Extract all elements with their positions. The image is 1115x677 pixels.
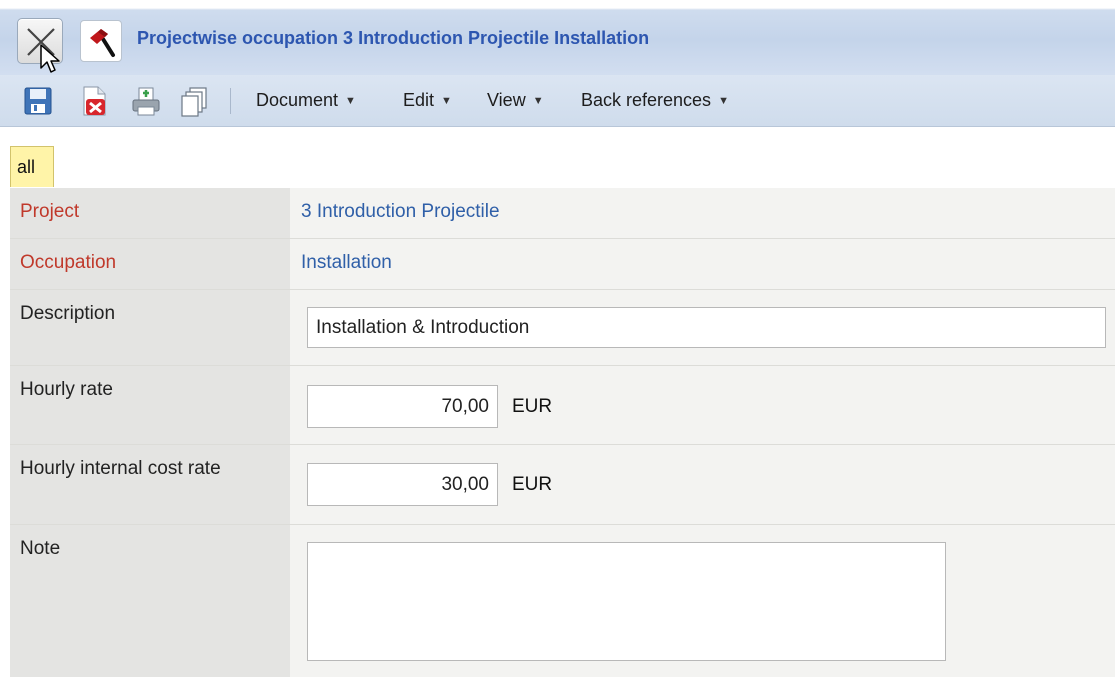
menu-back-references[interactable]: Back references ▼ <box>581 90 729 111</box>
form-row-hourly-internal-cost-rate: Hourly internal cost rate EUR <box>10 445 1115 525</box>
note-textarea[interactable] <box>307 542 946 661</box>
project-link[interactable]: 3 Introduction Projectile <box>301 201 500 223</box>
hourly-internal-cost-rate-unit: EUR <box>512 474 553 495</box>
hourly-rate-input[interactable] <box>307 385 498 428</box>
project-label: Project <box>10 188 290 238</box>
window-title: Projectwise occupation 3 Introduction Pr… <box>137 28 650 48</box>
form-row-description: Description <box>10 290 1115 366</box>
toolbar: Document ▼ Edit ▼ View ▼ Back references ▼ <box>0 75 1115 127</box>
save-icon[interactable] <box>22 85 54 117</box>
hourly-rate-unit: EUR <box>512 396 553 417</box>
description-input[interactable] <box>307 307 1106 348</box>
menu-view[interactable]: View ▼ <box>487 90 544 111</box>
window-titlebar: Projectwise occupation 3 Introduction Pr… <box>0 0 1115 75</box>
toolbar-separator <box>230 88 231 114</box>
chevron-down-icon: ▼ <box>532 95 544 107</box>
form-row-hourly-rate: Hourly rate EUR <box>10 366 1115 445</box>
chevron-down-icon: ▼ <box>718 95 729 107</box>
delete-icon[interactable] <box>78 85 110 117</box>
menu-document-label: Document <box>256 90 339 110</box>
hourly-internal-cost-rate-input[interactable] <box>307 463 498 506</box>
hammer-icon <box>80 20 122 62</box>
occupation-label: Occupation <box>10 239 290 289</box>
hourly-rate-label: Hourly rate <box>10 366 290 444</box>
tab-strip: all <box>0 128 1115 188</box>
form-row-occupation: Occupation Installation <box>10 239 1115 290</box>
menu-back-references-label: Back references <box>581 90 712 110</box>
menu-document[interactable]: Document ▼ <box>256 90 356 111</box>
form-row-note: Note <box>10 525 1115 677</box>
chevron-down-icon: ▼ <box>441 95 452 107</box>
occupation-link[interactable]: Installation <box>301 252 392 274</box>
description-label: Description <box>10 290 290 365</box>
print-icon[interactable] <box>130 85 162 117</box>
occupation-form: Project 3 Introduction Projectile Occupa… <box>10 188 1115 677</box>
note-label: Note <box>10 525 290 677</box>
hourly-internal-cost-rate-label: Hourly internal cost rate <box>10 445 290 524</box>
mouse-pointer-icon <box>40 44 60 73</box>
tab-all[interactable]: all <box>10 146 54 187</box>
copy-icon[interactable] <box>178 85 210 117</box>
menu-edit[interactable]: Edit ▼ <box>403 90 452 111</box>
menu-view-label: View <box>487 90 526 110</box>
form-row-project: Project 3 Introduction Projectile <box>10 188 1115 239</box>
menu-edit-label: Edit <box>403 90 435 110</box>
chevron-down-icon: ▼ <box>345 95 356 107</box>
